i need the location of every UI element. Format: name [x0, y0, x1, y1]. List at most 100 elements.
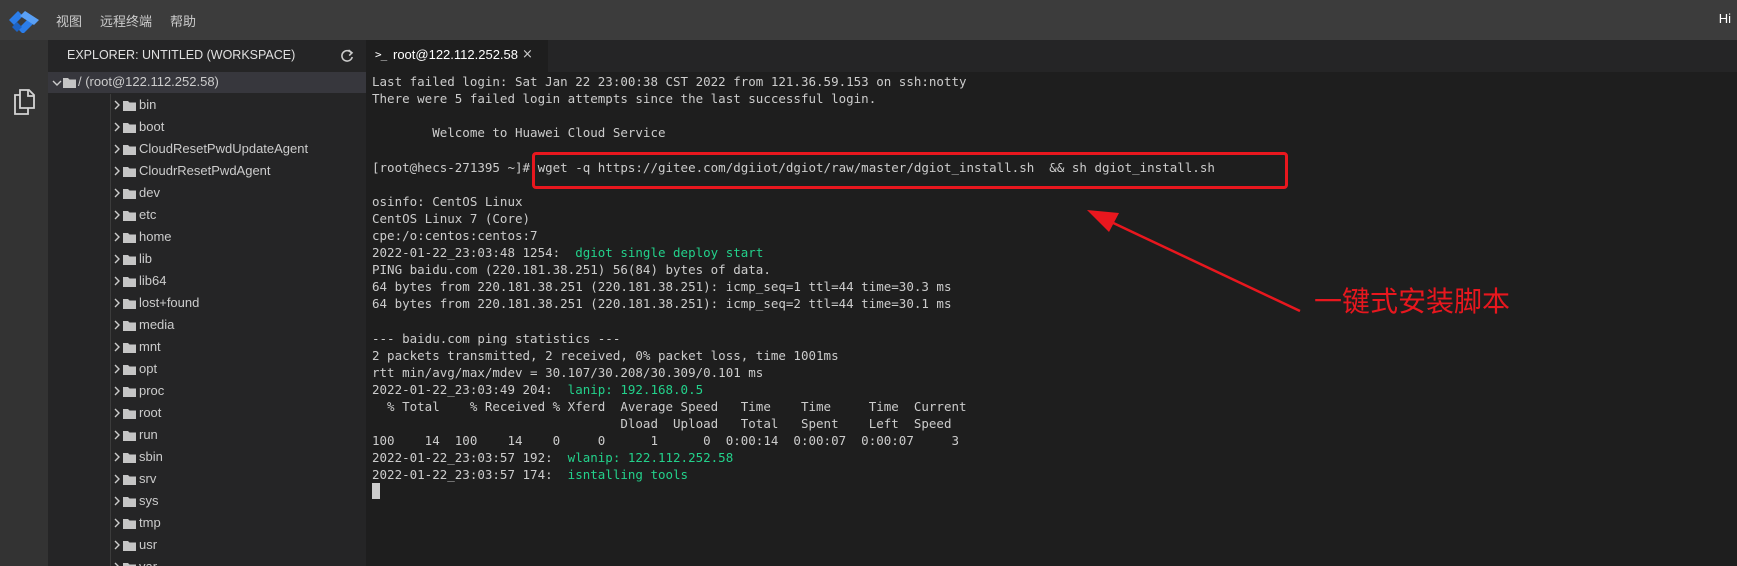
tab-label: root@122.112.252.58: [393, 47, 518, 62]
terminal-line: osinfo: CentOS Linux: [372, 193, 523, 210]
terminal-line: 2022-01-22_23:03:48 1254: dgiot single d…: [372, 244, 763, 261]
tree-item-sys[interactable]: sys: [48, 490, 366, 512]
chevron-right-icon[interactable]: [111, 473, 123, 485]
menu-item-1[interactable]: 远程终端: [100, 11, 152, 30]
terminal-line: 64 bytes from 220.181.38.251 (220.181.38…: [372, 295, 951, 312]
tree-item-label: lib: [139, 251, 153, 266]
tree-item-lost-found[interactable]: lost+found: [48, 292, 366, 314]
menu-item-0[interactable]: 视图: [56, 11, 82, 30]
explorer-header: EXPLORER: UNTITLED (WORKSPACE): [48, 40, 366, 72]
chevron-right-icon[interactable]: [111, 385, 123, 397]
terminal-text: % Total % Received % Xferd Average Speed…: [372, 398, 967, 414]
terminal-text: 2022-01-22_23:03:49 204:: [372, 381, 568, 397]
folder-icon: [123, 343, 136, 353]
chevron-right-icon[interactable]: [111, 429, 123, 441]
chevron-down-icon[interactable]: [51, 77, 63, 89]
menu-item-2[interactable]: 帮助: [170, 11, 196, 30]
tree-item-lib64[interactable]: lib64: [48, 270, 366, 292]
chevron-right-icon[interactable]: [111, 363, 123, 375]
tree-item-bin[interactable]: bin: [48, 94, 366, 116]
terminal-line: 64 bytes from 220.181.38.251 (220.181.38…: [372, 278, 951, 295]
chevron-right-icon[interactable]: [111, 209, 123, 221]
tree-item-var[interactable]: var: [48, 556, 366, 566]
tree-item-boot[interactable]: boot: [48, 116, 366, 138]
folder-icon: [123, 277, 136, 287]
tree-item-media[interactable]: media: [48, 314, 366, 336]
tree-item-label: sbin: [139, 449, 163, 464]
tree-item-dev[interactable]: dev: [48, 182, 366, 204]
tree-item-label: srv: [139, 471, 157, 486]
tree-item-etc[interactable]: etc: [48, 204, 366, 226]
tree-item-cloudresetpwdupdateagent[interactable]: CloudResetPwdUpdateAgent: [48, 138, 366, 160]
user-greeting[interactable]: Hi: [1719, 11, 1731, 26]
folder-icon: [123, 321, 136, 331]
tree-item-label: media: [139, 317, 175, 332]
refresh-icon[interactable]: [339, 48, 355, 64]
chevron-right-icon[interactable]: [111, 561, 123, 566]
folder-icon: [123, 365, 136, 375]
folder-icon: [123, 475, 136, 485]
tree-item-cloudrresetpwdagent[interactable]: CloudrResetPwdAgent: [48, 160, 366, 182]
chevron-right-icon[interactable]: [111, 451, 123, 463]
terminal-panel[interactable]: Last failed login: Sat Jan 22 23:00:38 C…: [366, 72, 1737, 566]
tree-item-root[interactable]: root: [48, 402, 366, 424]
folder-icon: [123, 541, 136, 551]
tab-terminal[interactable]: >_ root@122.112.252.58 ×: [366, 40, 548, 72]
terminal-line: There were 5 failed login attempts since…: [372, 90, 876, 107]
tree-item-opt[interactable]: opt: [48, 358, 366, 380]
terminal-text: 2022-01-22_23:03:57 192:: [372, 450, 568, 466]
terminal-line: 100 14 100 14 0 0 1 0 0:00:14 0:00:07 0:…: [372, 432, 959, 449]
chevron-right-icon[interactable]: [111, 253, 123, 265]
chevron-right-icon[interactable]: [111, 341, 123, 353]
chevron-right-icon[interactable]: [111, 121, 123, 133]
tree-item-label: tmp: [139, 515, 161, 530]
chevron-right-icon[interactable]: [111, 231, 123, 243]
terminal-text: PING baidu.com (220.181.38.251) 56(84) b…: [372, 262, 771, 278]
tree-root-row[interactable]: / (root@122.112.252.58): [48, 72, 366, 93]
terminal-highlight-text: wlanip: 122.112.252.58: [567, 450, 734, 466]
chevron-right-icon[interactable]: [111, 517, 123, 529]
terminal-text: 100 14 100 14 0 0 1 0 0:00:14 0:00:07 0:…: [372, 433, 959, 449]
tree-item-label: lib64: [139, 273, 167, 288]
terminal-text: 2022-01-22_23:03:48 1254:: [372, 245, 576, 260]
chevron-right-icon[interactable]: [111, 539, 123, 551]
folder-icon: [123, 189, 136, 199]
terminal-line: Welcome to Huawei Cloud Service: [372, 124, 666, 141]
red-arrow-icon: [1087, 210, 1301, 313]
chevron-right-icon[interactable]: [111, 165, 123, 177]
terminal-highlight-text: dgiot single deploy start: [575, 245, 764, 260]
tree-item-run[interactable]: run: [48, 424, 366, 446]
tree-item-srv[interactable]: srv: [48, 468, 366, 490]
tree-item-usr[interactable]: usr: [48, 534, 366, 556]
tree-item-sbin[interactable]: sbin: [48, 446, 366, 468]
terminal-line: 2 packets transmitted, 2 received, 0% pa…: [372, 347, 839, 364]
tree-item-tmp[interactable]: tmp: [48, 512, 366, 534]
chevron-right-icon[interactable]: [111, 495, 123, 507]
folder-icon: [123, 255, 136, 265]
folder-icon: [123, 497, 136, 507]
folder-icon: [123, 101, 136, 111]
terminal-text: --- baidu.com ping statistics ---: [372, 330, 621, 346]
tree-item-mnt[interactable]: mnt: [48, 336, 366, 358]
folder-icon: [123, 233, 136, 243]
chevron-right-icon[interactable]: [111, 297, 123, 309]
diamond-logo-icon[interactable]: [4, 7, 44, 33]
chevron-right-icon[interactable]: [111, 99, 123, 111]
terminal-text: 64 bytes from 220.181.38.251 (220.181.38…: [372, 279, 952, 295]
tree-item-lib[interactable]: lib: [48, 248, 366, 270]
chevron-right-icon[interactable]: [111, 275, 123, 287]
tree-item-home[interactable]: home: [48, 226, 366, 248]
files-icon[interactable]: [12, 89, 36, 115]
terminal-text: Welcome to Huawei Cloud Service: [372, 125, 666, 141]
tree-item-label: dev: [139, 185, 160, 200]
chevron-right-icon[interactable]: [111, 407, 123, 419]
tree-item-proc[interactable]: proc: [48, 380, 366, 402]
folder-icon: [123, 145, 136, 155]
terminal-line: % Total % Received % Xferd Average Speed…: [372, 398, 967, 415]
chevron-right-icon[interactable]: [111, 143, 123, 155]
chevron-right-icon[interactable]: [111, 187, 123, 199]
chevron-right-icon[interactable]: [111, 319, 123, 331]
close-icon[interactable]: ×: [522, 47, 533, 62]
terminal-text: 64 bytes from 220.181.38.251 (220.181.38…: [372, 296, 952, 312]
tree-item-label: run: [139, 427, 158, 442]
